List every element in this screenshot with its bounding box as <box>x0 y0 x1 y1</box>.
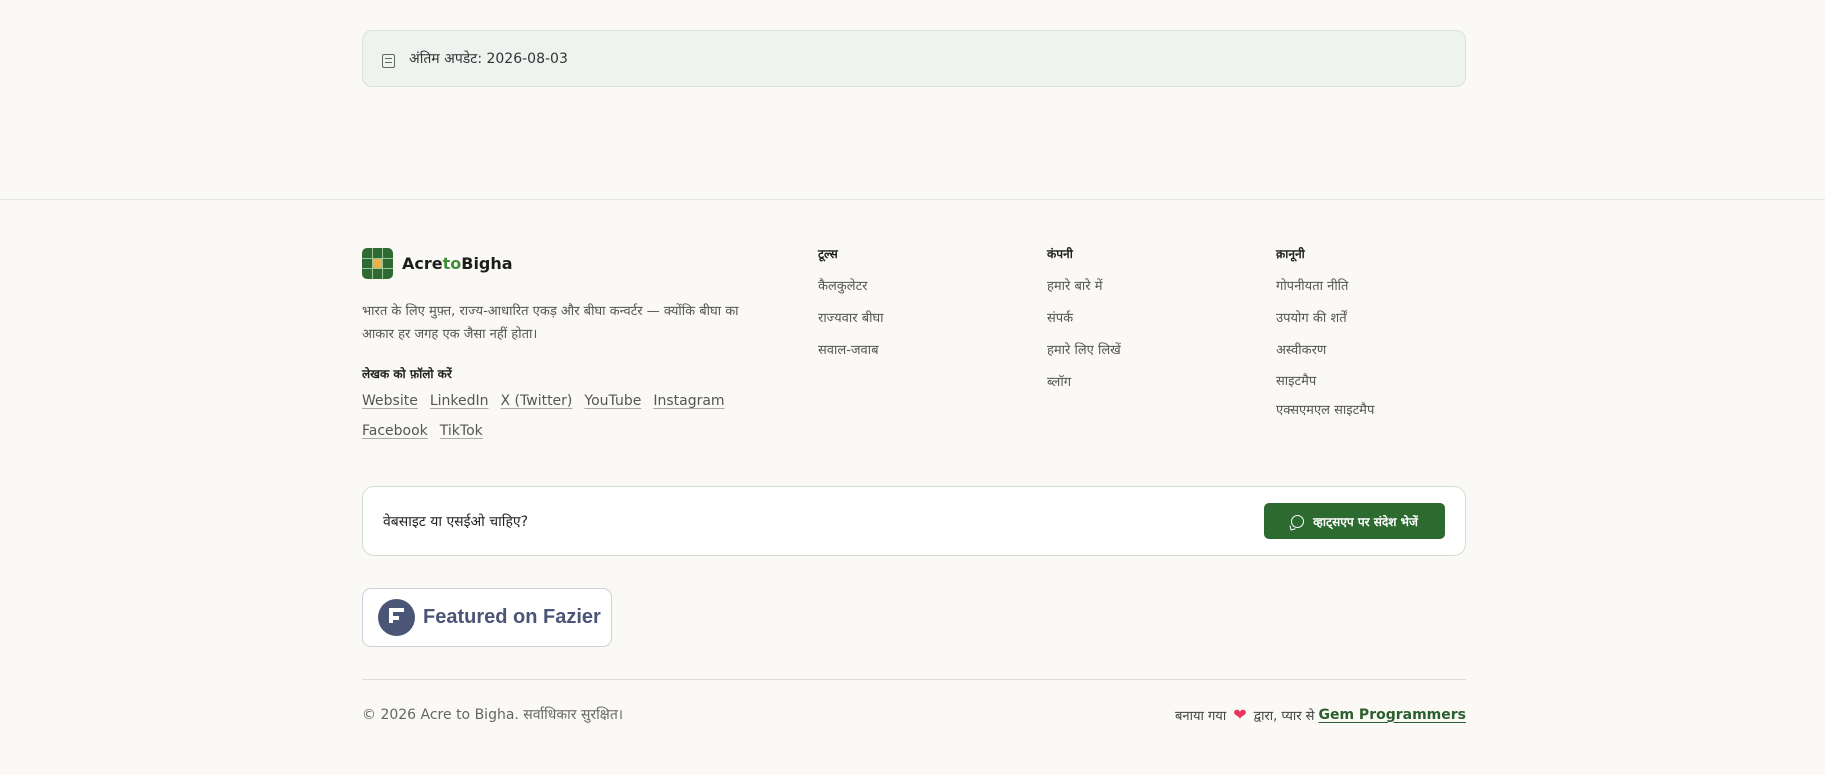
footer-link-disclaimer[interactable]: अस्वीकरण <box>1276 335 1374 367</box>
social-link-x-twitter[interactable]: X (Twitter) <box>501 390 573 413</box>
bottom-divider <box>362 679 1466 680</box>
cta-text: वेबसाइट या एसईओ चाहिए? <box>383 513 529 530</box>
footer-link-write-for-us[interactable]: हमारे लिए लिखें <box>1047 335 1121 367</box>
social-link-website[interactable]: Website <box>362 390 418 413</box>
last-updated-box: अंतिम अपडेट: 2026-08-03 <box>362 30 1466 87</box>
footer-column-title: क़ानूनी <box>1276 247 1305 261</box>
social-link-facebook[interactable]: Facebook <box>362 420 428 443</box>
footer-link-about[interactable]: हमारे बारे में <box>1047 271 1121 303</box>
last-updated-text: अंतिम अपडेट: 2026-08-03 <box>409 51 568 67</box>
credit-prefix: बनाया गया <box>1174 708 1227 724</box>
footer-link-faq[interactable]: सवाल-जवाब <box>818 335 884 367</box>
footer-link-sitemap[interactable]: साइटमैप <box>1276 367 1374 396</box>
footer-link-privacy[interactable]: गोपनीयता नीति <box>1276 271 1374 303</box>
whatsapp-message-button[interactable]: व्हाट्सएप पर संदेश भेजें <box>1264 503 1445 539</box>
acre-to-bigha-logo <box>362 248 393 279</box>
gem-programmers-link[interactable]: Gem Programmers <box>1318 707 1466 723</box>
footer-link-terms[interactable]: उपयोग की शर्तें <box>1276 303 1374 335</box>
footer-link-contact[interactable]: संपर्क <box>1047 303 1121 335</box>
footer-column-company: कंपनी हमारे बारे में संपर्क हमारे लिए लि… <box>1047 246 1121 399</box>
website-seo-cta: वेबसाइट या एसईओ चाहिए? व्हाट्सएप पर संदे… <box>362 486 1466 556</box>
document-icon <box>382 53 395 68</box>
footer-link-xml-sitemap[interactable]: एक्सएमएल साइटमैप <box>1276 396 1374 425</box>
footer-link-blog[interactable]: ब्लॉग <box>1047 367 1121 399</box>
footer-link-statewise-bigha[interactable]: राज्यवार बीघा <box>818 303 884 335</box>
credit-middle: द्वारा, प्यार से <box>1253 708 1315 724</box>
brand-logo-link[interactable]: AcretoBigha <box>362 248 513 279</box>
follow-author-heading: लेखक को फ़ॉलो करें <box>362 367 452 381</box>
social-link-linkedin[interactable]: LinkedIn <box>430 390 489 413</box>
featured-on-fazier-badge[interactable]: Featured on Fazier <box>362 588 612 647</box>
social-link-tiktok[interactable]: TikTok <box>440 420 483 443</box>
brand-tagline: भारत के लिए मुफ़्त, राज्य-आधारित एकड़ और… <box>362 304 739 342</box>
brand-name: AcretoBigha <box>402 254 513 273</box>
whatsapp-icon <box>1291 514 1305 528</box>
social-links: Website LinkedIn X (Twitter) YouTube Ins… <box>362 390 742 443</box>
footer-column-tools: टूल्स कैलकुलेटर राज्यवार बीघा सवाल-जवाब <box>818 246 884 367</box>
footer-column-title: कंपनी <box>1047 247 1073 261</box>
fazier-badge-label: Featured on Fazier <box>423 606 601 628</box>
footer-divider <box>0 199 1825 200</box>
social-link-instagram[interactable]: Instagram <box>653 390 724 413</box>
fazier-icon <box>378 599 415 636</box>
copyright-text: © 2026 Acre to Bigha. सर्वाधिकार सुरक्षि… <box>362 707 624 723</box>
footer-column-title: टूल्स <box>818 247 838 261</box>
social-link-youtube[interactable]: YouTube <box>584 390 641 413</box>
whatsapp-button-label: व्हाट्सएप पर संदेश भेजें <box>1313 514 1418 529</box>
heart-icon: ❤ <box>1233 705 1247 724</box>
footer-link-calculator[interactable]: कैलकुलेटर <box>818 271 884 303</box>
made-with-love-credit: बनाया गया ❤ द्वारा, प्यार से Gem Program… <box>1175 705 1466 724</box>
footer-column-legal: क़ानूनी गोपनीयता नीति उपयोग की शर्तें अस… <box>1276 246 1374 425</box>
